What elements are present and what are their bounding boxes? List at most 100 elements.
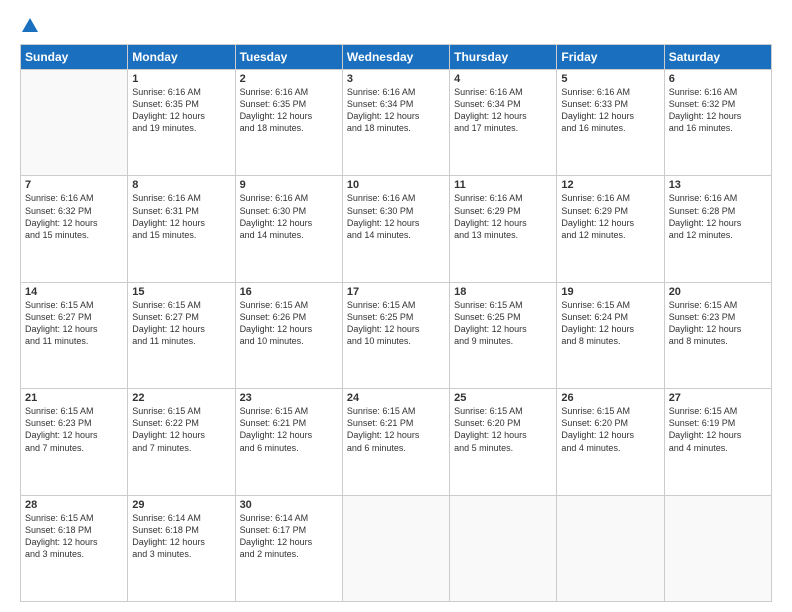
day-number: 14 xyxy=(25,286,123,298)
calendar-cell: 18Sunrise: 6:15 AM Sunset: 6:25 PM Dayli… xyxy=(450,282,557,388)
calendar-cell: 11Sunrise: 6:16 AM Sunset: 6:29 PM Dayli… xyxy=(450,176,557,282)
day-info: Sunrise: 6:15 AM Sunset: 6:21 PM Dayligh… xyxy=(347,405,445,454)
day-info: Sunrise: 6:15 AM Sunset: 6:27 PM Dayligh… xyxy=(132,299,230,348)
header xyxy=(20,18,772,34)
day-info: Sunrise: 6:15 AM Sunset: 6:27 PM Dayligh… xyxy=(25,299,123,348)
calendar-cell: 1Sunrise: 6:16 AM Sunset: 6:35 PM Daylig… xyxy=(128,70,235,176)
calendar-cell: 25Sunrise: 6:15 AM Sunset: 6:20 PM Dayli… xyxy=(450,389,557,495)
calendar-header-row: SundayMondayTuesdayWednesdayThursdayFrid… xyxy=(21,45,772,70)
day-info: Sunrise: 6:16 AM Sunset: 6:30 PM Dayligh… xyxy=(240,192,338,241)
day-number: 10 xyxy=(347,179,445,191)
calendar-cell: 14Sunrise: 6:15 AM Sunset: 6:27 PM Dayli… xyxy=(21,282,128,388)
day-number: 6 xyxy=(669,73,767,85)
calendar-cell: 16Sunrise: 6:15 AM Sunset: 6:26 PM Dayli… xyxy=(235,282,342,388)
calendar-cell: 3Sunrise: 6:16 AM Sunset: 6:34 PM Daylig… xyxy=(342,70,449,176)
calendar-week-row: 21Sunrise: 6:15 AM Sunset: 6:23 PM Dayli… xyxy=(21,389,772,495)
calendar-cell: 20Sunrise: 6:15 AM Sunset: 6:23 PM Dayli… xyxy=(664,282,771,388)
day-info: Sunrise: 6:16 AM Sunset: 6:33 PM Dayligh… xyxy=(561,86,659,135)
calendar-week-row: 1Sunrise: 6:16 AM Sunset: 6:35 PM Daylig… xyxy=(21,70,772,176)
calendar-cell: 23Sunrise: 6:15 AM Sunset: 6:21 PM Dayli… xyxy=(235,389,342,495)
calendar-cell: 19Sunrise: 6:15 AM Sunset: 6:24 PM Dayli… xyxy=(557,282,664,388)
day-number: 8 xyxy=(132,179,230,191)
day-number: 17 xyxy=(347,286,445,298)
day-info: Sunrise: 6:16 AM Sunset: 6:31 PM Dayligh… xyxy=(132,192,230,241)
day-info: Sunrise: 6:15 AM Sunset: 6:22 PM Dayligh… xyxy=(132,405,230,454)
calendar-cell: 12Sunrise: 6:16 AM Sunset: 6:29 PM Dayli… xyxy=(557,176,664,282)
day-number: 29 xyxy=(132,499,230,511)
day-of-week-header: Thursday xyxy=(450,45,557,70)
day-info: Sunrise: 6:16 AM Sunset: 6:34 PM Dayligh… xyxy=(454,86,552,135)
day-number: 22 xyxy=(132,392,230,404)
day-number: 30 xyxy=(240,499,338,511)
day-info: Sunrise: 6:15 AM Sunset: 6:23 PM Dayligh… xyxy=(25,405,123,454)
day-number: 26 xyxy=(561,392,659,404)
day-info: Sunrise: 6:16 AM Sunset: 6:35 PM Dayligh… xyxy=(132,86,230,135)
calendar-cell: 29Sunrise: 6:14 AM Sunset: 6:18 PM Dayli… xyxy=(128,495,235,601)
calendar-cell: 6Sunrise: 6:16 AM Sunset: 6:32 PM Daylig… xyxy=(664,70,771,176)
day-number: 4 xyxy=(454,73,552,85)
day-info: Sunrise: 6:15 AM Sunset: 6:19 PM Dayligh… xyxy=(669,405,767,454)
day-of-week-header: Saturday xyxy=(664,45,771,70)
day-number: 7 xyxy=(25,179,123,191)
day-info: Sunrise: 6:15 AM Sunset: 6:25 PM Dayligh… xyxy=(347,299,445,348)
day-info: Sunrise: 6:16 AM Sunset: 6:34 PM Dayligh… xyxy=(347,86,445,135)
calendar-cell: 30Sunrise: 6:14 AM Sunset: 6:17 PM Dayli… xyxy=(235,495,342,601)
day-info: Sunrise: 6:16 AM Sunset: 6:32 PM Dayligh… xyxy=(669,86,767,135)
calendar-cell: 28Sunrise: 6:15 AM Sunset: 6:18 PM Dayli… xyxy=(21,495,128,601)
calendar-cell xyxy=(664,495,771,601)
day-number: 12 xyxy=(561,179,659,191)
calendar-week-row: 14Sunrise: 6:15 AM Sunset: 6:27 PM Dayli… xyxy=(21,282,772,388)
day-info: Sunrise: 6:15 AM Sunset: 6:20 PM Dayligh… xyxy=(561,405,659,454)
calendar-cell: 24Sunrise: 6:15 AM Sunset: 6:21 PM Dayli… xyxy=(342,389,449,495)
calendar-cell: 2Sunrise: 6:16 AM Sunset: 6:35 PM Daylig… xyxy=(235,70,342,176)
day-info: Sunrise: 6:15 AM Sunset: 6:20 PM Dayligh… xyxy=(454,405,552,454)
day-number: 3 xyxy=(347,73,445,85)
day-number: 27 xyxy=(669,392,767,404)
day-info: Sunrise: 6:15 AM Sunset: 6:25 PM Dayligh… xyxy=(454,299,552,348)
day-number: 24 xyxy=(347,392,445,404)
day-info: Sunrise: 6:16 AM Sunset: 6:32 PM Dayligh… xyxy=(25,192,123,241)
calendar-cell: 22Sunrise: 6:15 AM Sunset: 6:22 PM Dayli… xyxy=(128,389,235,495)
calendar-cell: 17Sunrise: 6:15 AM Sunset: 6:25 PM Dayli… xyxy=(342,282,449,388)
calendar-cell: 15Sunrise: 6:15 AM Sunset: 6:27 PM Dayli… xyxy=(128,282,235,388)
logo-triangle-icon xyxy=(22,18,38,32)
day-info: Sunrise: 6:14 AM Sunset: 6:18 PM Dayligh… xyxy=(132,512,230,561)
calendar-week-row: 28Sunrise: 6:15 AM Sunset: 6:18 PM Dayli… xyxy=(21,495,772,601)
day-number: 5 xyxy=(561,73,659,85)
logo xyxy=(20,18,38,34)
day-number: 11 xyxy=(454,179,552,191)
calendar-cell: 8Sunrise: 6:16 AM Sunset: 6:31 PM Daylig… xyxy=(128,176,235,282)
day-number: 2 xyxy=(240,73,338,85)
day-of-week-header: Monday xyxy=(128,45,235,70)
calendar-cell xyxy=(342,495,449,601)
calendar-cell: 4Sunrise: 6:16 AM Sunset: 6:34 PM Daylig… xyxy=(450,70,557,176)
day-of-week-header: Friday xyxy=(557,45,664,70)
calendar-cell: 27Sunrise: 6:15 AM Sunset: 6:19 PM Dayli… xyxy=(664,389,771,495)
day-info: Sunrise: 6:15 AM Sunset: 6:26 PM Dayligh… xyxy=(240,299,338,348)
calendar-cell: 26Sunrise: 6:15 AM Sunset: 6:20 PM Dayli… xyxy=(557,389,664,495)
day-info: Sunrise: 6:16 AM Sunset: 6:29 PM Dayligh… xyxy=(561,192,659,241)
day-of-week-header: Wednesday xyxy=(342,45,449,70)
day-of-week-header: Tuesday xyxy=(235,45,342,70)
day-number: 21 xyxy=(25,392,123,404)
calendar-cell: 5Sunrise: 6:16 AM Sunset: 6:33 PM Daylig… xyxy=(557,70,664,176)
calendar-cell: 13Sunrise: 6:16 AM Sunset: 6:28 PM Dayli… xyxy=(664,176,771,282)
day-number: 1 xyxy=(132,73,230,85)
day-number: 19 xyxy=(561,286,659,298)
day-number: 9 xyxy=(240,179,338,191)
page: SundayMondayTuesdayWednesdayThursdayFrid… xyxy=(0,0,792,612)
calendar-cell xyxy=(21,70,128,176)
day-info: Sunrise: 6:16 AM Sunset: 6:28 PM Dayligh… xyxy=(669,192,767,241)
calendar: SundayMondayTuesdayWednesdayThursdayFrid… xyxy=(20,44,772,602)
day-info: Sunrise: 6:14 AM Sunset: 6:17 PM Dayligh… xyxy=(240,512,338,561)
day-of-week-header: Sunday xyxy=(21,45,128,70)
day-number: 16 xyxy=(240,286,338,298)
day-number: 20 xyxy=(669,286,767,298)
calendar-cell: 9Sunrise: 6:16 AM Sunset: 6:30 PM Daylig… xyxy=(235,176,342,282)
day-number: 13 xyxy=(669,179,767,191)
calendar-week-row: 7Sunrise: 6:16 AM Sunset: 6:32 PM Daylig… xyxy=(21,176,772,282)
day-number: 25 xyxy=(454,392,552,404)
day-info: Sunrise: 6:15 AM Sunset: 6:24 PM Dayligh… xyxy=(561,299,659,348)
calendar-cell: 7Sunrise: 6:16 AM Sunset: 6:32 PM Daylig… xyxy=(21,176,128,282)
day-number: 28 xyxy=(25,499,123,511)
